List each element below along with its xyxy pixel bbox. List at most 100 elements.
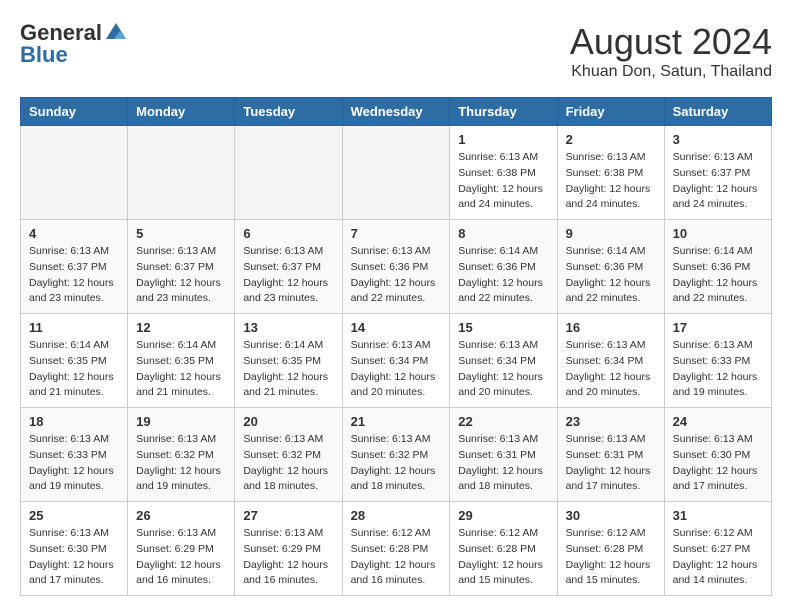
day-info: Sunrise: 6:13 AM Sunset: 6:33 PM Dayligh… — [29, 432, 119, 495]
day-info: Sunrise: 6:14 AM Sunset: 6:35 PM Dayligh… — [243, 338, 333, 401]
calendar-cell: 24 Sunrise: 6:13 AM Sunset: 6:30 PM Dayli… — [664, 408, 771, 502]
day-info: Sunrise: 6:13 AM Sunset: 6:37 PM Dayligh… — [673, 150, 763, 213]
day-info: Sunrise: 6:13 AM Sunset: 6:34 PM Dayligh… — [566, 338, 656, 401]
title-block: August 2024 Khuan Don, Satun, Thailand — [570, 20, 772, 81]
day-number: 29 — [458, 508, 548, 523]
day-number: 12 — [136, 320, 226, 335]
day-info: Sunrise: 6:13 AM Sunset: 6:38 PM Dayligh… — [458, 150, 548, 213]
weekday-header: Monday — [128, 98, 235, 126]
day-info: Sunrise: 6:13 AM Sunset: 6:31 PM Dayligh… — [458, 432, 548, 495]
day-number: 9 — [566, 226, 656, 241]
day-number: 1 — [458, 132, 548, 147]
calendar-cell: 14Sunrise: 6:13 AM Sunset: 6:34 PM Dayli… — [342, 314, 450, 408]
day-number: 24 — [673, 414, 763, 429]
day-info: Sunrise: 6:13 AM Sunset: 6:29 PM Dayligh… — [136, 526, 226, 589]
calendar-cell: 31Sunrise: 6:12 AM Sunset: 6:27 PM Dayli… — [664, 502, 771, 596]
day-number: 2 — [566, 132, 656, 147]
day-info: Sunrise: 6:13 AM Sunset: 6:36 PM Dayligh… — [351, 244, 442, 307]
calendar-cell: 27 Sunrise: 6:13 AM Sunset: 6:29 PM Dayli… — [235, 502, 342, 596]
calendar-cell: 30Sunrise: 6:12 AM Sunset: 6:28 PM Dayli… — [557, 502, 664, 596]
day-info: Sunrise: 6:13 AM Sunset: 6:32 PM Dayligh… — [136, 432, 226, 495]
logo: General Blue — [20, 20, 128, 68]
day-number: 27 — [243, 508, 333, 523]
calendar-week-row: 18 Sunrise: 6:13 AM Sunset: 6:33 PM Dayli… — [21, 408, 772, 502]
day-number: 8 — [458, 226, 548, 241]
page-header: General Blue August 2024 Khuan Don, Satu… — [20, 20, 772, 81]
calendar-cell — [128, 126, 235, 220]
calendar-cell: 22Sunrise: 6:13 AM Sunset: 6:31 PM Dayli… — [450, 408, 557, 502]
day-info: Sunrise: 6:13 AM Sunset: 6:31 PM Dayligh… — [566, 432, 656, 495]
calendar-cell: 1 Sunrise: 6:13 AM Sunset: 6:38 PM Daylig… — [450, 126, 557, 220]
calendar-cell: 11Sunrise: 6:14 AM Sunset: 6:35 PM Dayli… — [21, 314, 128, 408]
calendar-cell: 21Sunrise: 6:13 AM Sunset: 6:32 PM Dayli… — [342, 408, 450, 502]
day-info: Sunrise: 6:14 AM Sunset: 6:36 PM Dayligh… — [673, 244, 763, 307]
day-number: 5 — [136, 226, 226, 241]
day-info: Sunrise: 6:14 AM Sunset: 6:36 PM Dayligh… — [566, 244, 656, 307]
day-info: Sunrise: 6:13 AM Sunset: 6:32 PM Dayligh… — [243, 432, 333, 495]
logo-icon — [104, 21, 128, 45]
weekday-header: Wednesday — [342, 98, 450, 126]
calendar-table: SundayMondayTuesdayWednesdayThursdayFrid… — [20, 97, 772, 596]
weekday-header: Saturday — [664, 98, 771, 126]
calendar-cell: 13 Sunrise: 6:14 AM Sunset: 6:35 PM Dayli… — [235, 314, 342, 408]
logo-blue-text: Blue — [20, 42, 68, 68]
day-info: Sunrise: 6:13 AM Sunset: 6:37 PM Dayligh… — [136, 244, 226, 307]
calendar-week-row: 4 Sunrise: 6:13 AM Sunset: 6:37 PM Daylig… — [21, 220, 772, 314]
calendar-cell: 28Sunrise: 6:12 AM Sunset: 6:28 PM Dayli… — [342, 502, 450, 596]
day-number: 31 — [673, 508, 763, 523]
day-number: 25 — [29, 508, 119, 523]
weekday-header: Sunday — [21, 98, 128, 126]
calendar-cell: 12Sunrise: 6:14 AM Sunset: 6:35 PM Dayli… — [128, 314, 235, 408]
day-info: Sunrise: 6:13 AM Sunset: 6:37 PM Dayligh… — [243, 244, 333, 307]
calendar-cell: 15 Sunrise: 6:13 AM Sunset: 6:34 PM Dayli… — [450, 314, 557, 408]
weekday-header: Friday — [557, 98, 664, 126]
calendar-cell: 5 Sunrise: 6:13 AM Sunset: 6:37 PM Daylig… — [128, 220, 235, 314]
weekday-header: Thursday — [450, 98, 557, 126]
day-number: 13 — [243, 320, 333, 335]
day-info: Sunrise: 6:12 AM Sunset: 6:28 PM Dayligh… — [351, 526, 442, 589]
day-number: 15 — [458, 320, 548, 335]
day-number: 6 — [243, 226, 333, 241]
day-number: 17 — [673, 320, 763, 335]
day-number: 4 — [29, 226, 119, 241]
day-number: 26 — [136, 508, 226, 523]
day-number: 3 — [673, 132, 763, 147]
day-number: 30 — [566, 508, 656, 523]
calendar-cell — [342, 126, 450, 220]
calendar-cell: 8 Sunrise: 6:14 AM Sunset: 6:36 PM Daylig… — [450, 220, 557, 314]
calendar-week-row: 25 Sunrise: 6:13 AM Sunset: 6:30 PM Dayli… — [21, 502, 772, 596]
calendar-week-row: 1 Sunrise: 6:13 AM Sunset: 6:38 PM Daylig… — [21, 126, 772, 220]
calendar-cell — [21, 126, 128, 220]
day-number: 11 — [29, 320, 119, 335]
calendar-cell: 2 Sunrise: 6:13 AM Sunset: 6:38 PM Daylig… — [557, 126, 664, 220]
calendar-header-row: SundayMondayTuesdayWednesdayThursdayFrid… — [21, 98, 772, 126]
day-info: Sunrise: 6:13 AM Sunset: 6:37 PM Dayligh… — [29, 244, 119, 307]
calendar-cell: 23 Sunrise: 6:13 AM Sunset: 6:31 PM Dayli… — [557, 408, 664, 502]
day-info: Sunrise: 6:13 AM Sunset: 6:30 PM Dayligh… — [673, 432, 763, 495]
day-number: 20 — [243, 414, 333, 429]
location-text: Khuan Don, Satun, Thailand — [570, 63, 772, 81]
calendar-cell: 25 Sunrise: 6:13 AM Sunset: 6:30 PM Dayli… — [21, 502, 128, 596]
day-info: Sunrise: 6:13 AM Sunset: 6:30 PM Dayligh… — [29, 526, 119, 589]
day-info: Sunrise: 6:13 AM Sunset: 6:29 PM Dayligh… — [243, 526, 333, 589]
day-info: Sunrise: 6:14 AM Sunset: 6:36 PM Dayligh… — [458, 244, 548, 307]
calendar-cell: 18 Sunrise: 6:13 AM Sunset: 6:33 PM Dayli… — [21, 408, 128, 502]
calendar-cell: 26 Sunrise: 6:13 AM Sunset: 6:29 PM Dayli… — [128, 502, 235, 596]
day-info: Sunrise: 6:12 AM Sunset: 6:28 PM Dayligh… — [458, 526, 548, 589]
day-info: Sunrise: 6:13 AM Sunset: 6:38 PM Dayligh… — [566, 150, 656, 213]
calendar-week-row: 11 Sunrise: 6:14 AM Sunset: 6:35 PM Dayli… — [21, 314, 772, 408]
calendar-cell: 17Sunrise: 6:13 AM Sunset: 6:33 PM Dayli… — [664, 314, 771, 408]
weekday-header: Tuesday — [235, 98, 342, 126]
day-number: 23 — [566, 414, 656, 429]
day-number: 10 — [673, 226, 763, 241]
day-info: Sunrise: 6:13 AM Sunset: 6:34 PM Dayligh… — [351, 338, 442, 401]
day-info: Sunrise: 6:13 AM Sunset: 6:34 PM Dayligh… — [458, 338, 548, 401]
day-number: 7 — [351, 226, 442, 241]
calendar-cell: 10 Sunrise: 6:14 AM Sunset: 6:36 PM Dayli… — [664, 220, 771, 314]
month-title: August 2024 — [570, 20, 772, 63]
calendar-cell: 29 Sunrise: 6:12 AM Sunset: 6:28 PM Dayli… — [450, 502, 557, 596]
day-number: 18 — [29, 414, 119, 429]
calendar-cell: 16Sunrise: 6:13 AM Sunset: 6:34 PM Dayli… — [557, 314, 664, 408]
calendar-cell: 9 Sunrise: 6:14 AM Sunset: 6:36 PM Daylig… — [557, 220, 664, 314]
day-info: Sunrise: 6:13 AM Sunset: 6:32 PM Dayligh… — [351, 432, 442, 495]
